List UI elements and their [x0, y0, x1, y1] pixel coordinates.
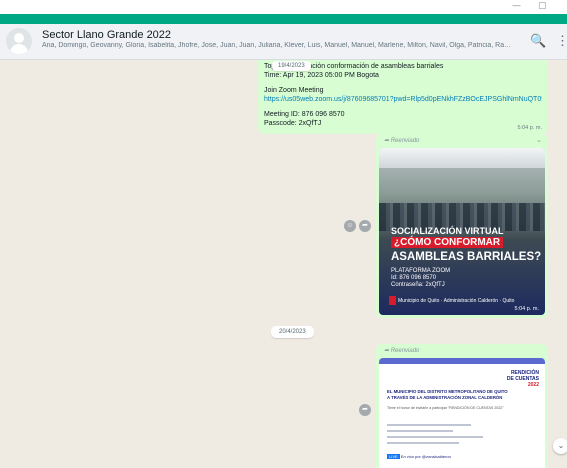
forwarded-label: ➦ Reenviado	[384, 348, 420, 354]
react-icon[interactable]: ☺	[344, 220, 356, 232]
invitation-subtitle: Tiene el honor de invitarle a participar…	[387, 406, 504, 410]
invitation-band	[379, 358, 545, 364]
minimize-icon[interactable]: —	[512, 1, 521, 11]
restore-icon[interactable]: ▢	[538, 1, 547, 11]
flyer-details: PLATAFORMA ZOOM Id: 876 096 8570 Contras…	[391, 268, 451, 288]
scroll-down-button[interactable]: ⌄	[553, 438, 567, 454]
message-bubble-image[interactable]: ➦ Reenviado RENDICIÓN DE CUENTAS 2022 EL…	[376, 344, 548, 468]
message-line: Time: Apr 19, 2023 05:00 PM Bogota	[264, 72, 379, 79]
invitation-header: RENDICIÓN DE CUENTAS 2022	[506, 370, 539, 388]
message-list[interactable]: Topic: Socialización conformación de asa…	[0, 60, 567, 468]
message-bubble-image[interactable]: ➦ Reenviado ⌄ SOCIALIZACIÓN VIRTUAL ¿CÓM…	[376, 134, 548, 318]
chat-title: Sector Llano Grande 2022	[42, 29, 172, 41]
date-chip: 20/4/2023	[271, 326, 314, 338]
flyer-tent	[379, 148, 545, 168]
menu-icon[interactable]: ⋮	[556, 33, 567, 49]
invitation-image[interactable]: RENDICIÓN DE CUENTAS 2022 EL MUNICIPIO D…	[379, 358, 545, 468]
chat-members: Ana, Domingo, Geovanny, Gloria, Isabelit…	[42, 42, 512, 49]
flyer-image[interactable]: SOCIALIZACIÓN VIRTUAL ¿CÓMO CONFORMAR AS…	[379, 148, 545, 315]
avatar-head-icon	[14, 33, 24, 43]
flyer-line1: SOCIALIZACIÓN VIRTUAL	[391, 226, 504, 236]
floating-date-chip: 19/4/2023	[272, 61, 311, 71]
flyer-line2: ¿CÓMO CONFORMAR	[391, 237, 504, 248]
forwarded-label: ➦ Reenviado	[384, 138, 420, 144]
chevron-down-icon[interactable]: ⌄	[536, 136, 542, 144]
window-titlebar: — ▢	[0, 0, 567, 14]
message-time: 5:04 p. m.	[517, 125, 542, 131]
message-line: Join Zoom Meeting	[264, 87, 324, 94]
avatar-body-icon	[10, 44, 28, 54]
message-line: Passcode: 2xQfTJ	[264, 120, 322, 127]
invitation-live: LIVE En vivo por @zonalcalderon	[387, 454, 451, 459]
flyer-line3: ASAMBLEAS BARRIALES?	[391, 251, 542, 263]
flyer-logos: Municipio de Quito · Administración Cald…	[389, 296, 514, 305]
message-line: Meeting ID: 876 096 8570	[264, 111, 345, 118]
app-accent-band	[0, 14, 567, 24]
group-avatar[interactable]	[6, 28, 32, 54]
chat-header[interactable]: Sector Llano Grande 2022 Ana, Domingo, G…	[0, 24, 567, 60]
quito-logo-icon	[389, 296, 396, 305]
forward-icon[interactable]: ➦	[359, 220, 371, 232]
search-icon[interactable]: 🔍	[530, 33, 546, 49]
message-time: 5:04 p. m.	[514, 306, 539, 312]
message-bubble-zoom[interactable]: Topic: Socialización conformación de asa…	[258, 60, 548, 134]
zoom-link[interactable]: https://us05web.zoom.us/j/87609685701?pw…	[264, 95, 542, 104]
invitation-details	[387, 424, 507, 448]
invitation-title: EL MUNICIPIO DEL DISTRITO METROPOLITANO …	[387, 389, 508, 400]
forward-icon[interactable]: ➦	[359, 404, 371, 416]
